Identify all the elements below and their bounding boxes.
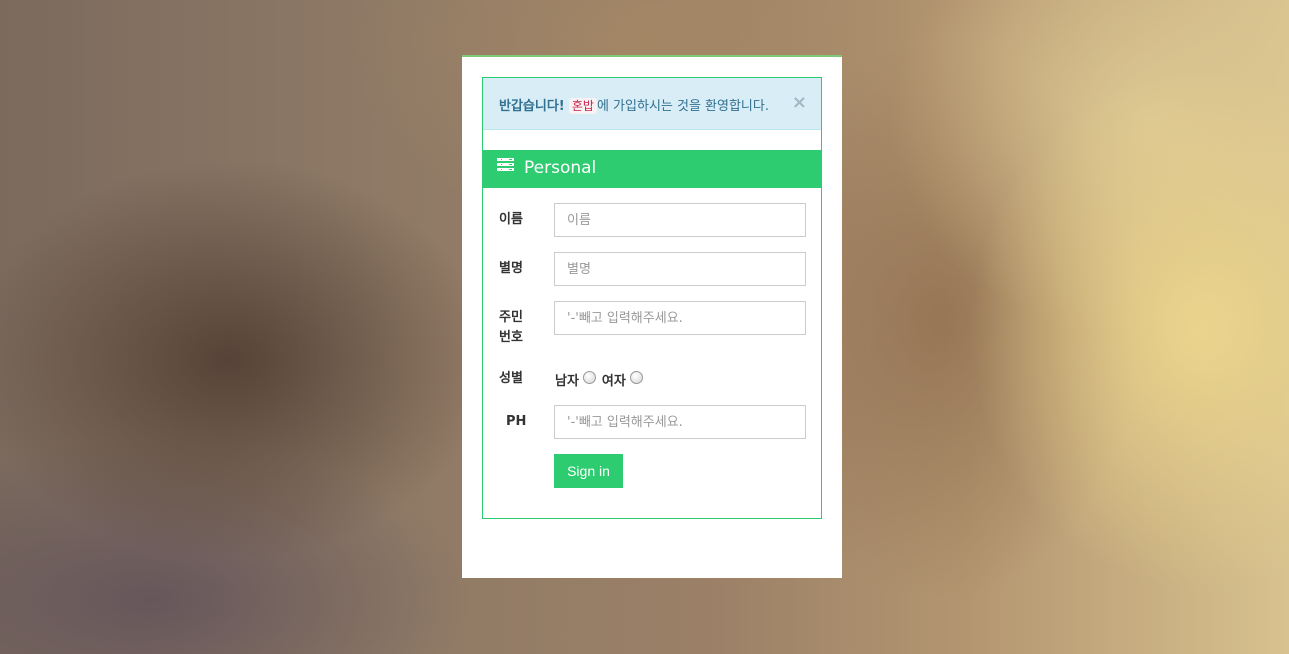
gender-options: 남자 여자 [555,370,649,389]
alert-service-name: 혼밥 [568,98,597,114]
welcome-alert: 반갑습니다! 혼밥 에 가입하시는 것을 환영합니다. × [483,78,821,130]
gender-female-radio[interactable] [629,371,643,384]
name-label: 이름 [499,212,523,227]
signup-panel: 반갑습니다! 혼밥 에 가입하시는 것을 환영합니다. × Personal 이… [482,77,822,519]
gender-male-label: 남자 [555,374,579,389]
phone-input[interactable] [554,405,806,439]
gender-female-label: 여자 [601,374,626,389]
signup-card: 반갑습니다! 혼밥 에 가입하시는 것을 환영합니다. × Personal 이… [462,55,842,578]
gender-label: 성별 [499,371,523,386]
name-input[interactable] [554,203,806,237]
phone-label: PH [506,414,527,429]
close-icon[interactable]: × [792,93,807,113]
rrn-label: 주민 번호 [499,308,523,348]
nickname-input[interactable] [554,252,806,286]
panel-title: Personal [524,158,597,178]
rrn-label-line2: 번호 [499,330,523,345]
alert-message: 에 가입하시는 것을 환영합니다. [596,99,769,114]
gender-male-radio[interactable] [582,371,596,384]
panel-heading: Personal [483,150,821,188]
alert-greeting: 반갑습니다! [499,99,565,114]
list-icon [497,157,514,177]
sign-in-button[interactable]: Sign in [554,454,623,488]
nickname-label: 별명 [499,261,523,276]
rrn-input[interactable] [554,301,806,335]
rrn-label-line1: 주민 [499,310,523,325]
